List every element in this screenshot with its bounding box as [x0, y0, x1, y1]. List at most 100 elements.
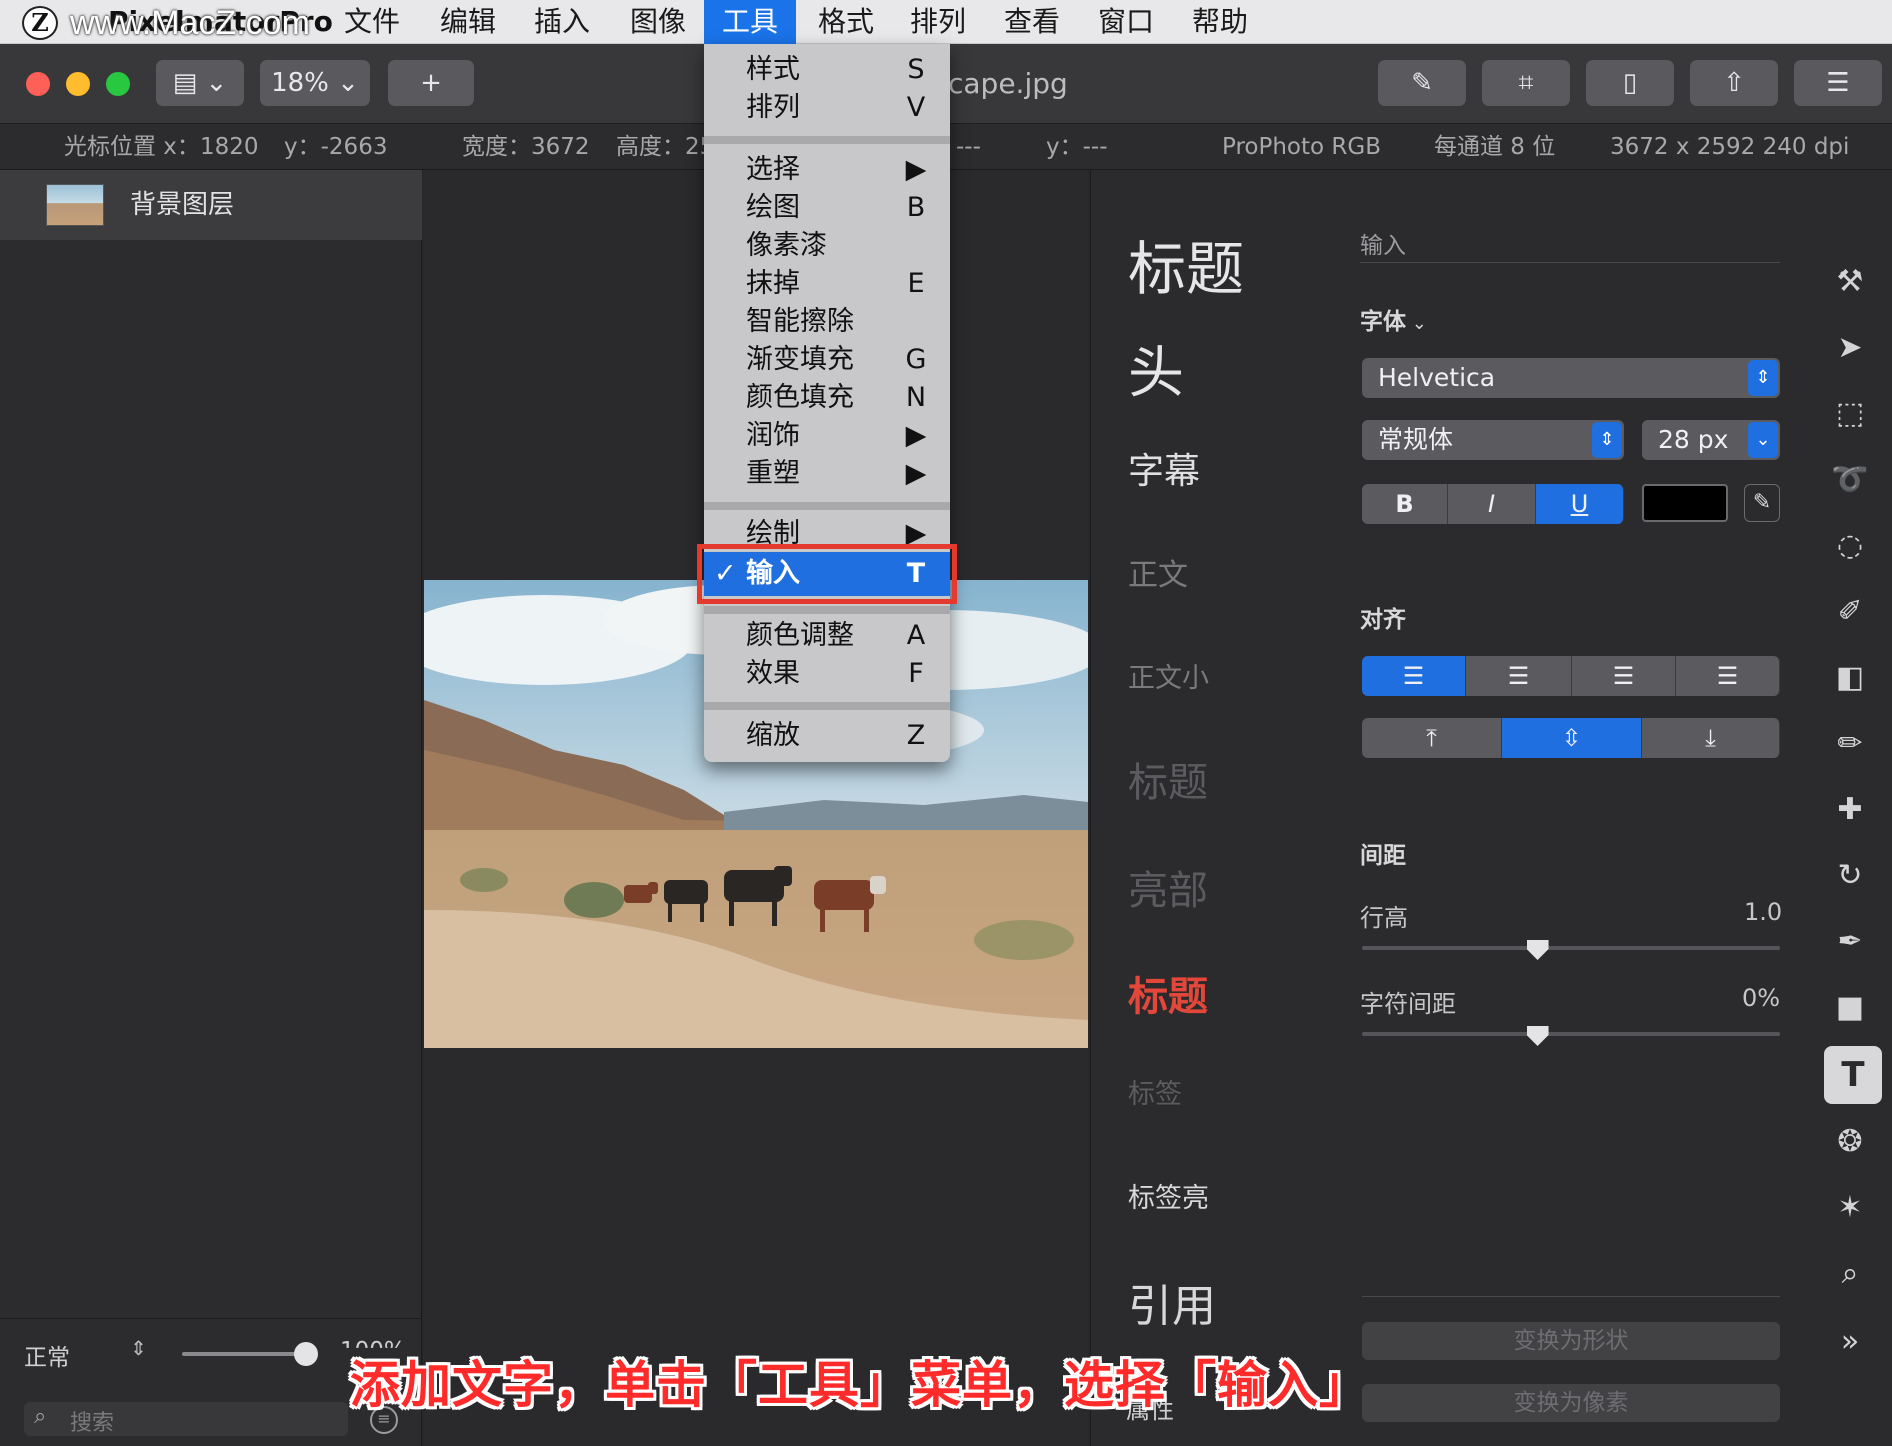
- menu-item-distort[interactable]: 重塑 ▶: [704, 456, 950, 492]
- maximize-window-button[interactable]: [106, 72, 130, 96]
- justify-button[interactable]: ☰: [1676, 656, 1780, 696]
- arrow-select-icon[interactable]: ➤: [1826, 324, 1874, 372]
- gradient-icon[interactable]: ◧: [1826, 654, 1874, 702]
- export-document-button[interactable]: ▯: [1586, 60, 1674, 106]
- divider: [0, 1318, 422, 1319]
- rotate-icon[interactable]: ↻: [1826, 852, 1874, 900]
- bold-button[interactable]: B: [1362, 484, 1448, 524]
- char-spacing-value: 0%: [1742, 984, 1781, 1012]
- underline-button[interactable]: U: [1536, 484, 1624, 524]
- convert-to-shape-button[interactable]: 变换为形状: [1362, 1322, 1780, 1360]
- menu-format[interactable]: 格式: [800, 0, 892, 44]
- search-icon: ⌕: [34, 1404, 47, 1429]
- style-item-quote[interactable]: 引用: [1128, 1270, 1216, 1334]
- more-tools-icon[interactable]: »: [1826, 1318, 1874, 1366]
- align-left-button[interactable]: ☰: [1362, 656, 1466, 696]
- eraser-icon[interactable]: ✏: [1826, 720, 1874, 768]
- style-item-label-bright[interactable]: 标签亮: [1128, 1176, 1209, 1215]
- menu-item-color-adjust[interactable]: 颜色调整 A: [704, 618, 950, 654]
- style-item-title-dim[interactable]: 标题: [1128, 750, 1208, 808]
- share-button[interactable]: ⇧: [1690, 60, 1778, 106]
- color-adjust-icon[interactable]: ❂: [1826, 1118, 1874, 1166]
- eyedropper-icon[interactable]: ✎: [1744, 484, 1780, 522]
- font-size-select[interactable]: 28 px ⌄: [1642, 420, 1780, 460]
- chevron-down-icon: ⌄: [1406, 313, 1427, 334]
- valign-top-button[interactable]: ⤒: [1362, 718, 1502, 758]
- opacity-slider[interactable]: [182, 1352, 306, 1356]
- selection-x-info: ---: [956, 134, 981, 160]
- menu-arrange[interactable]: 排列: [892, 0, 984, 44]
- style-item-label[interactable]: 标签: [1128, 1072, 1182, 1111]
- style-item-title-red[interactable]: 标题: [1128, 964, 1208, 1022]
- add-button[interactable]: +: [388, 60, 474, 106]
- menu-help[interactable]: 帮助: [1174, 0, 1266, 44]
- style-item-body[interactable]: 正文: [1128, 550, 1188, 594]
- align-center-button[interactable]: ☰: [1466, 656, 1572, 696]
- close-window-button[interactable]: [26, 72, 50, 96]
- line-height-slider[interactable]: [1362, 946, 1780, 950]
- menu-item-retouch[interactable]: 润饰 ▶: [704, 418, 950, 454]
- menu-item-color-fill[interactable]: 颜色填充 N: [704, 380, 950, 416]
- menu-window[interactable]: 窗口: [1080, 0, 1172, 44]
- font-family-value: Helvetica: [1378, 363, 1496, 392]
- italic-button[interactable]: I: [1448, 484, 1536, 524]
- sidebar-toggle-button[interactable]: ▤ ⌄: [156, 60, 244, 106]
- menu-item-zoom[interactable]: 缩放 Z: [704, 718, 950, 754]
- style-item-highlight[interactable]: 亮部: [1128, 858, 1208, 916]
- shape-icon[interactable]: ■: [1826, 984, 1874, 1032]
- justify-icon: ☰: [1716, 662, 1739, 690]
- pen-icon[interactable]: ✒: [1826, 918, 1874, 966]
- menu-item-pixel[interactable]: 像素漆: [704, 228, 950, 264]
- style-item-subtitle[interactable]: 字幕: [1128, 442, 1200, 494]
- style-item-headline[interactable]: 头: [1128, 328, 1184, 409]
- menu-item-gradient-fill[interactable]: 渐变填充 G: [704, 342, 950, 378]
- markup-button[interactable]: ✎: [1378, 60, 1466, 106]
- valign-bottom-button[interactable]: ⤓: [1642, 718, 1780, 758]
- zoom-icon[interactable]: ⌕: [1826, 1250, 1874, 1298]
- rect-select-icon[interactable]: ⬚: [1826, 390, 1874, 438]
- menu-edit[interactable]: 编辑: [422, 0, 514, 44]
- menu-tools[interactable]: 工具: [704, 0, 797, 44]
- align-center-icon: ☰: [1507, 662, 1530, 690]
- font-section-heading[interactable]: 字体 ⌄: [1360, 302, 1427, 336]
- quick-select-icon[interactable]: ◌: [1826, 522, 1874, 570]
- opacity-slider-knob[interactable]: [294, 1342, 318, 1366]
- effects-icon[interactable]: ✶: [1826, 1184, 1874, 1232]
- text-color-swatch[interactable]: [1642, 484, 1728, 522]
- menu-item-erase[interactable]: 抹掉 E: [704, 266, 950, 302]
- document-icon: ▯: [1622, 68, 1638, 98]
- selection-y-info: y：---: [1046, 134, 1108, 160]
- font-style-select[interactable]: 常规体 ⇕: [1362, 420, 1624, 460]
- style-item-title[interactable]: 标题: [1128, 222, 1244, 306]
- adjustments-button[interactable]: ☰: [1794, 60, 1882, 106]
- style-item-body-small[interactable]: 正文小: [1128, 656, 1209, 695]
- menu-view[interactable]: 查看: [986, 0, 1078, 44]
- convert-to-pixels-button[interactable]: 变换为像素: [1362, 1384, 1780, 1422]
- lasso-icon[interactable]: ➰: [1826, 456, 1874, 504]
- menu-item-arrange[interactable]: 排列 V: [704, 90, 950, 126]
- spacing-section-heading: 间距: [1360, 843, 1406, 869]
- menu-item-style[interactable]: 样式 S: [704, 52, 950, 88]
- align-left-icon: ☰: [1402, 662, 1425, 690]
- menu-image[interactable]: 图像: [612, 0, 704, 44]
- menu-item-paint[interactable]: 绘图 B: [704, 190, 950, 226]
- valign-middle-button[interactable]: ⇳: [1502, 718, 1642, 758]
- blend-mode-select[interactable]: 正常: [24, 1338, 70, 1372]
- stepper-arrows-icon[interactable]: ⇕: [130, 1336, 147, 1360]
- menu-file[interactable]: 文件: [326, 0, 418, 44]
- minimize-window-button[interactable]: [66, 72, 90, 96]
- paint-brush-icon[interactable]: ✐: [1826, 588, 1874, 636]
- bandage-icon[interactable]: ✚: [1826, 786, 1874, 834]
- menu-item-effects[interactable]: 效果 F: [704, 656, 950, 692]
- align-right-button[interactable]: ☰: [1572, 656, 1676, 696]
- font-family-select[interactable]: Helvetica ⇕: [1362, 358, 1780, 398]
- style-brush-icon[interactable]: ⚒: [1826, 258, 1874, 306]
- zoom-select[interactable]: 18% ⌄: [260, 60, 370, 106]
- menu-item-smart-erase[interactable]: 智能擦除: [704, 304, 950, 340]
- brush-icon: ✎: [1411, 68, 1433, 98]
- type-icon[interactable]: T: [1824, 1046, 1882, 1104]
- menu-item-select[interactable]: 选择 ▶: [704, 152, 950, 188]
- char-spacing-slider[interactable]: [1362, 1032, 1780, 1036]
- crop-button[interactable]: ⌗: [1482, 60, 1570, 106]
- menu-insert[interactable]: 插入: [516, 0, 608, 44]
